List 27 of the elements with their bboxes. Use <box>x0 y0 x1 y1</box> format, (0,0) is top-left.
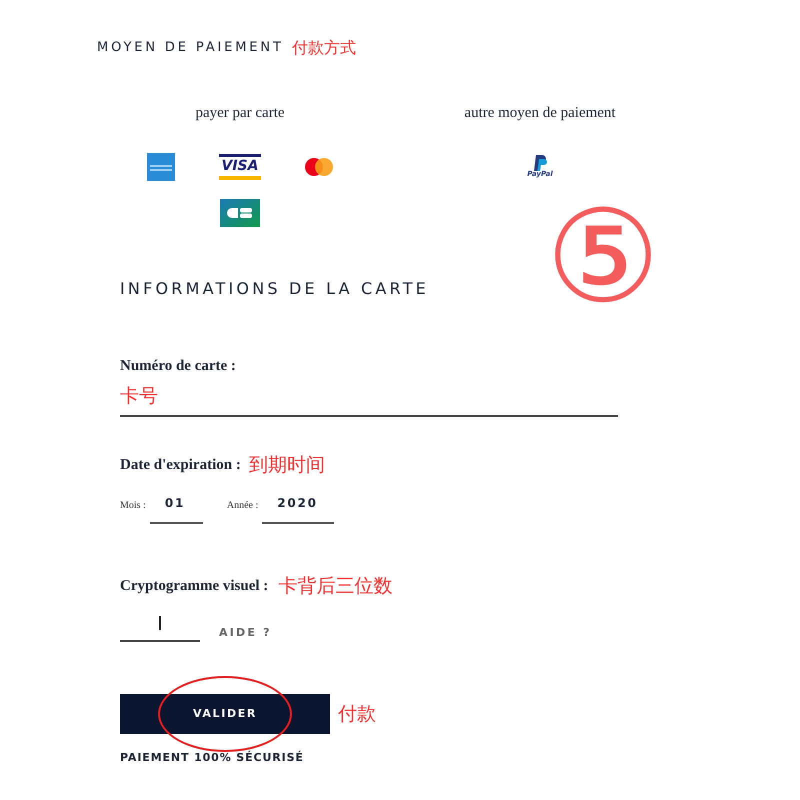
field-label: Mois : <box>120 498 146 512</box>
submit-button[interactable]: VALIDER <box>120 694 330 734</box>
annotation-note: 到期时间 <box>248 453 325 478</box>
card-number-field[interactable]: 卡号 <box>120 377 618 417</box>
security-note: PAIEMENT 100% SÉCURISÉ <box>120 750 305 766</box>
field-label: Cryptogramme visuel : <box>120 576 268 596</box>
field-label: Année : <box>226 498 258 512</box>
section-title: MOYEN DE PAIEMENT <box>97 39 284 58</box>
annotation-note: 付款 <box>338 702 376 727</box>
visa-logo[interactable]: VISA <box>219 154 261 180</box>
year-field[interactable]: 2020 <box>262 494 334 524</box>
text-cursor <box>159 616 161 630</box>
payment-option-label: autre moyen de paiement <box>464 104 616 123</box>
payment-option-label: payer par carte <box>195 104 285 123</box>
field-label: Date d'expiration : <box>120 456 241 475</box>
mastercard-icon[interactable] <box>304 156 334 176</box>
annotation-note: 付款方式 <box>292 37 356 59</box>
card-logo-icon[interactable] <box>146 152 176 180</box>
cb-card-icon[interactable] <box>220 198 260 226</box>
month-field[interactable]: 01 <box>150 494 203 524</box>
step-number: ⑤ <box>544 198 662 318</box>
annotation-note: 卡号 <box>120 384 158 409</box>
paypal-icon <box>533 155 547 171</box>
annotation-note: 卡背后三位数 <box>278 574 392 598</box>
section-title: INFORMATIONS DE LA CARTE <box>120 278 430 300</box>
help-link[interactable]: AIDE ? <box>219 624 272 641</box>
field-label: Numéro de carte : <box>120 356 237 376</box>
